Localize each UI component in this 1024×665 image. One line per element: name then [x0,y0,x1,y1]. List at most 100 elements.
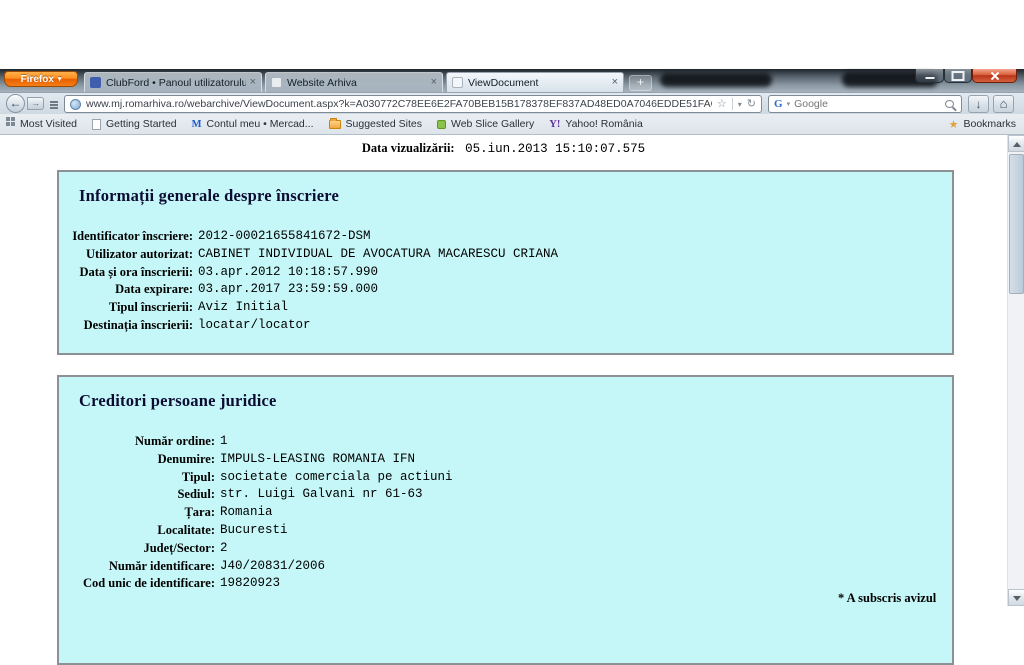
footnote: * A subscris avizul [838,591,936,606]
field-value: IMPULS-LEASING ROMANIA IFN [220,451,415,469]
field-row: Județ/Sector: 2 [59,540,952,558]
close-window-button[interactable] [972,69,1017,83]
tab-clubford[interactable]: ClubFord • Panoul utilizatorului • Co...… [84,72,262,92]
bookmarks-toolbar: Most Visited Getting Started M Contul me… [0,114,1024,135]
field-row: Denumire: IMPULS-LEASING ROMANIA IFN [59,451,952,469]
home-button[interactable]: ⌂ [993,95,1014,113]
url-dropdown-icon[interactable]: ▾ [738,99,742,110]
firefox-menu-button[interactable]: Firefox ▾ [4,71,78,87]
tab-favicon [452,77,463,88]
section-title: Informații generale despre înscriere [79,186,952,206]
bookmark-label: Most Visited [20,118,77,130]
section-informatii-generale: Informații generale despre înscriere Ide… [57,170,954,355]
field-label: Identificator înscriere: [59,228,193,246]
bookmark-label: Yahoo! România [565,118,642,130]
field-rows: Identificator înscriere: 2012-0002165584… [59,228,952,335]
scroll-down-button[interactable] [1008,589,1024,606]
field-row: Destinația înscrierii: locatar/locator [59,317,952,335]
field-label: Județ/Sector: [59,540,215,558]
scroll-up-button[interactable] [1008,135,1024,152]
divider [732,98,733,110]
page-icon [92,119,101,130]
field-value: 1 [220,433,228,451]
field-value: 2012-00021655841672-DSM [198,228,371,246]
search-engine-icon[interactable]: G [774,98,783,110]
bookmark-label: Web Slice Gallery [451,118,534,130]
minimize-button[interactable] [915,69,944,83]
section-creditori-persoane-juridice: Creditori persoane juridice Număr ordine… [57,375,954,665]
forward-button[interactable]: → [27,97,44,110]
bookmark-most-visited[interactable]: Most Visited [6,118,77,130]
tab-viewdocument-active[interactable]: ViewDocument × [446,72,624,92]
field-label: Localitate: [59,522,215,540]
section-title: Creditori persoane juridice [79,391,952,411]
bookmark-label: Contul meu • Mercad... [207,118,314,130]
bookmark-web-slice-gallery[interactable]: Web Slice Gallery [437,118,534,130]
folder-icon [329,120,341,129]
field-row: Țara: Romania [59,504,952,522]
tab-favicon [271,77,282,88]
field-label: Utilizator autorizat: [59,246,193,264]
field-label: Țara: [59,504,215,522]
field-row: Număr identificare: J40/20831/2006 [59,558,952,576]
page-content: Data vizualizării: 05.iun.2013 15:10:07.… [0,135,1024,606]
web-slice-icon [437,120,446,129]
back-button[interactable]: ← [6,94,25,113]
field-row: Cod unic de identificare: 19820923 [59,575,952,593]
window-controls [915,69,1017,83]
field-value: Bucuresti [220,522,288,540]
reload-icon[interactable]: ↻ [747,99,756,110]
field-row: Sediul: str. Luigi Galvani nr 61-63 [59,486,952,504]
tab-label: Website Arhiva [287,77,427,89]
field-value: Romania [220,504,273,522]
field-row: Data și ora înscrierii: 03.apr.2012 10:1… [59,264,952,282]
search-input[interactable] [794,98,941,110]
titlebar: Firefox ▾ ClubFord • Panoul utilizatorul… [0,69,1024,92]
field-label: Denumire: [59,451,215,469]
bookmark-contul-meu[interactable]: M Contul meu • Mercad... [192,118,314,130]
downloads-button[interactable]: ↓ [968,95,989,113]
view-date-label: Data vizualizării: [362,141,455,155]
search-icon[interactable] [945,100,954,108]
field-row: Identificator înscriere: 2012-0002165584… [59,228,952,246]
merchant-favicon: M [192,119,202,130]
new-tab-button[interactable]: + [629,75,652,91]
view-date-value: 05.iun.2013 15:10:07.575 [465,142,645,156]
field-value: 03.apr.2017 23:59:59.000 [198,281,378,299]
bookmark-yahoo-romania[interactable]: Y! Yahoo! România [549,118,643,130]
field-label: Tipul înscrierii: [59,299,193,317]
scrollbar-thumb[interactable] [1009,154,1024,294]
url-input[interactable] [86,98,712,110]
site-identity-globe-icon[interactable] [70,99,81,110]
field-row: Data expirare: 03.apr.2017 23:59:59.000 [59,281,952,299]
tab-close-icon[interactable]: × [250,77,256,88]
history-list-icon[interactable] [50,101,58,103]
maximize-button[interactable] [944,69,972,83]
vertical-scrollbar[interactable] [1007,135,1024,606]
tab-label: ViewDocument [468,77,608,89]
field-label: Data și ora înscrierii: [59,264,193,282]
field-label: Destinația înscrierii: [59,317,193,335]
bookmark-suggested-sites[interactable]: Suggested Sites [329,118,422,130]
url-bar[interactable]: ☆ ▾ ↻ [64,95,762,113]
bookmark-star-icon[interactable]: ☆ [717,99,727,110]
field-row: Tipul înscrierii: Aviz Initial [59,299,952,317]
tab-close-icon[interactable]: × [431,77,437,88]
star-icon: ★ [949,118,959,131]
field-row: Număr ordine: 1 [59,433,952,451]
tab-close-icon[interactable]: × [612,77,618,88]
firefox-menu-label: Firefox [21,74,54,85]
bookmark-getting-started[interactable]: Getting Started [92,118,177,130]
search-box[interactable]: G ▾ [768,95,962,113]
bookmarks-menu-button[interactable]: ★ Bookmarks [949,114,1016,134]
search-engine-dropdown-icon[interactable]: ▾ [787,100,791,108]
field-rows: Număr ordine: 1 Denumire: IMPULS-LEASING… [59,433,952,593]
field-value: J40/20831/2006 [220,558,325,576]
yahoo-favicon: Y! [549,119,560,130]
view-date-line: Data vizualizării: 05.iun.2013 15:10:07.… [0,139,1007,157]
tab-strip: ClubFord • Panoul utilizatorului • Co...… [84,71,652,92]
tab-website-arhiva[interactable]: Website Arhiva × [265,72,443,92]
tab-favicon [90,77,101,88]
chevron-down-icon: ▾ [58,75,62,83]
field-label: Tipul: [59,469,215,487]
